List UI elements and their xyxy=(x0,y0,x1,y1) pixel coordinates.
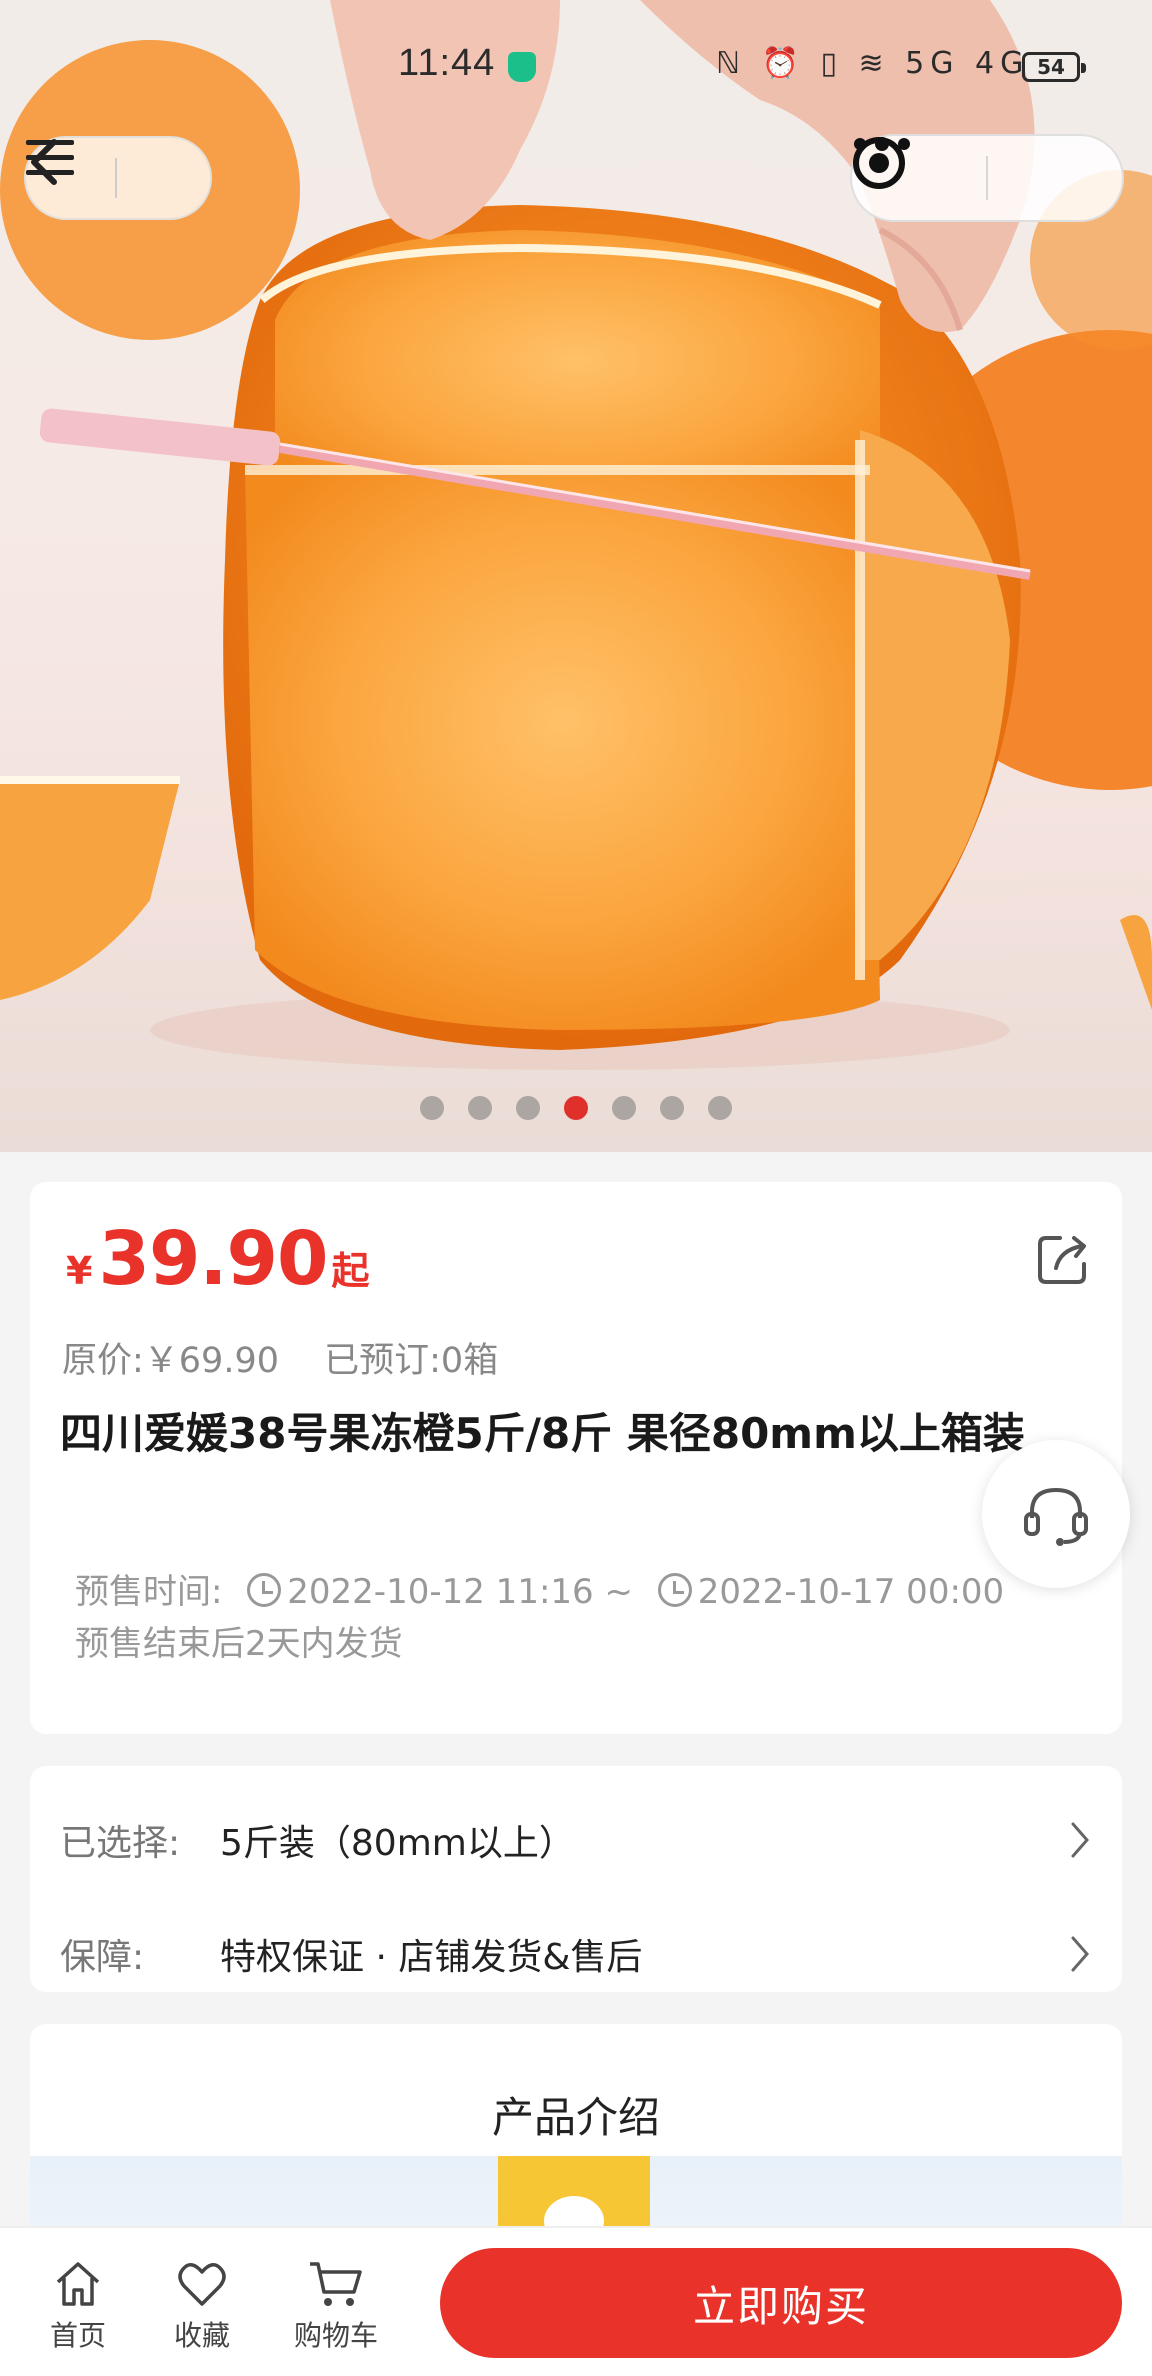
price-value: 39.90 xyxy=(98,1216,328,1302)
presale-time-row: 预售时间: 2022-10-12 11:16 ~ 2022-10-17 00:0… xyxy=(75,1566,1115,1618)
carousel-dot[interactable] xyxy=(612,1096,636,1120)
headset-icon xyxy=(1024,1487,1088,1546)
tab-cart-label: 购物车 xyxy=(293,2319,378,2352)
security-shield-icon xyxy=(508,52,536,82)
carousel-dot[interactable] xyxy=(660,1096,684,1120)
battery-icon: 54 xyxy=(1022,52,1086,82)
price-currency: ¥ xyxy=(66,1249,93,1293)
menu-button[interactable] xyxy=(26,136,210,220)
share-button[interactable] xyxy=(1034,1230,1092,1288)
guarantee-value: 特权保证 · 店铺发货&售后 xyxy=(220,1937,643,1978)
close-button[interactable] xyxy=(853,134,1122,222)
chevron-right-icon xyxy=(1060,1934,1100,1974)
cart-icon xyxy=(310,2262,362,2306)
share-icon xyxy=(1038,1236,1086,1284)
nav-pill xyxy=(24,136,212,220)
carousel-dot[interactable] xyxy=(708,1096,732,1120)
spec-selector[interactable]: 已选择: 5斤装（80mm以上） xyxy=(60,1800,1100,1880)
product-image-carousel[interactable]: 11:44 ℕ ⏰ ▯ ≋ 5G 4G 54 xyxy=(0,0,1152,1152)
price-card: ¥ 39.90 起 原价:￥69.90 已预订:0箱 四川爱媛38号果冻橙5斤/… xyxy=(30,1182,1122,1734)
customer-service-button[interactable] xyxy=(982,1440,1130,1588)
clock-icon xyxy=(657,1573,692,1607)
carousel-dot[interactable] xyxy=(420,1096,444,1120)
status-bar: 11:44 ℕ ⏰ ▯ ≋ 5G 4G 54 xyxy=(0,0,1152,130)
shipping-note: 预售结束后2天内发货 xyxy=(75,1624,403,1664)
presale-label: 预售时间: xyxy=(75,1572,223,1612)
original-price: 原价:￥69.90 xyxy=(62,1341,279,1381)
carousel-dot[interactable] xyxy=(516,1096,540,1120)
tab-home-label: 首页 xyxy=(49,2319,106,2352)
brand-logo xyxy=(498,2156,650,2246)
hamburger-icon xyxy=(26,140,74,175)
guarantee-row[interactable]: 保障: 特权保证 · 店铺发货&售后 xyxy=(60,1914,1100,1994)
carousel-dot-active[interactable] xyxy=(564,1096,588,1120)
presale-info: 预售时间: 2022-10-12 11:16 ~ 2022-10-17 00:0… xyxy=(75,1566,1115,1670)
presale-end: 2022-10-17 00:00 xyxy=(697,1572,1005,1612)
intro-title: 产品介绍 xyxy=(491,2093,660,2142)
bottom-action-bar: 首页 收藏 购物车 立即购买 xyxy=(0,2226,1152,2376)
presale-start: 2022-10-12 11:16 ~ xyxy=(287,1572,633,1612)
tab-cart[interactable]: 购物车 xyxy=(286,2258,386,2354)
carousel-dots xyxy=(0,1096,1152,1120)
tab-favorite[interactable]: 收藏 xyxy=(152,2258,252,2354)
network-icons: ℕ ⏰ ▯ ≋ 5G 4G xyxy=(716,46,1030,81)
guarantee-label: 保障: xyxy=(60,1937,145,1978)
tab-favorite-label: 收藏 xyxy=(173,2319,230,2352)
buy-now-button[interactable]: 立即购买 xyxy=(440,2248,1122,2358)
preorder-count: 已预订:0箱 xyxy=(324,1341,499,1381)
target-close-icon xyxy=(853,137,905,189)
clock-icon xyxy=(247,1573,282,1607)
tab-home[interactable]: 首页 xyxy=(28,2258,128,2354)
price: ¥ 39.90 起 xyxy=(66,1216,370,1302)
selected-label: 已选择: xyxy=(60,1823,181,1864)
heart-icon xyxy=(178,2263,226,2306)
home-icon xyxy=(56,2262,100,2306)
selected-value: 5斤装（80mm以上） xyxy=(220,1823,575,1864)
carousel-dot[interactable] xyxy=(468,1096,492,1120)
product-title: 四川爱媛38号果冻橙5斤/8斤 果径80mm以上箱装 xyxy=(60,1409,1025,1458)
status-time: 11:44 xyxy=(398,42,496,84)
chevron-right-icon xyxy=(1060,1820,1100,1860)
price-meta: 原价:￥69.90 已预订:0箱 xyxy=(62,1332,532,1383)
mini-program-capsule xyxy=(850,134,1124,222)
options-card: 已选择: 5斤装（80mm以上） 保障: 特权保证 · 店铺发货&售后 xyxy=(30,1766,1122,1992)
price-suffix: 起 xyxy=(331,1249,370,1293)
